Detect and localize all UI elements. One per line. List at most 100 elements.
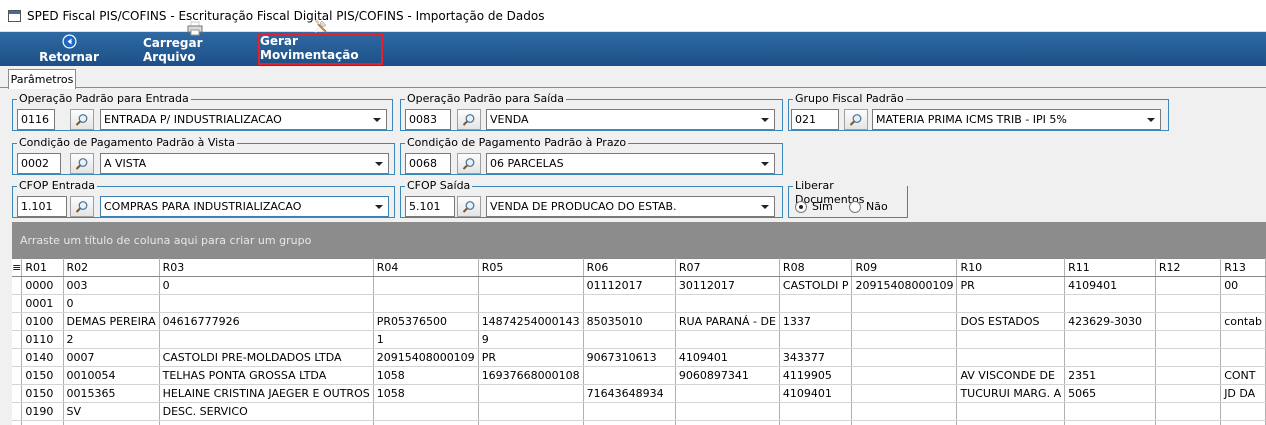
- table-cell[interactable]: [1220, 402, 1266, 421]
- table-cell[interactable]: 0150: [21, 384, 64, 403]
- column-header[interactable]: R02: [63, 258, 160, 277]
- table-cell[interactable]: [851, 312, 958, 331]
- table-cell[interactable]: 0000: [21, 276, 64, 295]
- table-cell[interactable]: 0190: [21, 402, 64, 421]
- table-cell[interactable]: [478, 402, 584, 421]
- table-cell[interactable]: [583, 420, 676, 425]
- table-row[interactable]: 0000 003 0 01112017 30112017 CASTOLDI P 209154…: [12, 276, 1266, 295]
- grupo-search-button[interactable]: [844, 109, 868, 130]
- liberar-sim-radio[interactable]: Sim: [795, 200, 833, 213]
- table-cell[interactable]: 04616777926: [159, 312, 374, 331]
- table-cell[interactable]: 20915408000109: [851, 276, 958, 295]
- saida-select[interactable]: VENDA: [486, 109, 775, 130]
- table-cell[interactable]: [851, 420, 958, 425]
- table-cell[interactable]: RUA PARANÁ - DE: [675, 312, 780, 331]
- table-cell[interactable]: [779, 402, 853, 421]
- cfop-entrada-code-field[interactable]: 1.101: [17, 196, 67, 217]
- table-cell[interactable]: 0015365: [63, 384, 160, 403]
- column-header[interactable]: R13: [1220, 258, 1266, 277]
- table-cell[interactable]: [1064, 420, 1156, 425]
- table-cell[interactable]: DEMAS PEREIRA: [63, 312, 160, 331]
- saida-search-button[interactable]: [457, 109, 481, 130]
- table-cell[interactable]: [1064, 330, 1156, 349]
- table-cell[interactable]: [478, 294, 584, 313]
- table-cell[interactable]: 343377: [779, 348, 853, 367]
- table-cell[interactable]: [478, 420, 584, 425]
- entrada-select[interactable]: ENTRADA P/ INDUSTRIALIZACAO: [100, 109, 387, 130]
- table-cell[interactable]: CASTOLDI P: [779, 276, 853, 295]
- table-row[interactable]: 0190UNDESC. UNIDADE: [12, 420, 1266, 425]
- table-cell[interactable]: [583, 294, 676, 313]
- table-cell[interactable]: [583, 402, 676, 421]
- table-cell[interactable]: 1058: [373, 366, 479, 385]
- row-indicator[interactable]: [12, 330, 23, 349]
- table-cell[interactable]: 00: [1220, 276, 1266, 295]
- table-cell[interactable]: 0: [159, 276, 374, 295]
- table-cell[interactable]: [779, 420, 853, 425]
- grupo-code-field[interactable]: 021: [791, 109, 839, 130]
- table-cell[interactable]: contab: [1220, 312, 1266, 331]
- entrada-code-field[interactable]: 0116: [17, 109, 55, 130]
- table-cell[interactable]: 4109401: [675, 348, 780, 367]
- tab-parametros[interactable]: Parâmetros: [8, 69, 76, 89]
- table-cell[interactable]: 85035010: [583, 312, 676, 331]
- table-cell[interactable]: 9060897341: [675, 366, 780, 385]
- table-cell[interactable]: 1058: [373, 384, 479, 403]
- column-header[interactable]: R06: [583, 258, 676, 277]
- row-indicator[interactable]: [12, 402, 23, 421]
- table-cell[interactable]: 01112017: [583, 276, 676, 295]
- grupo-select[interactable]: MATERIA PRIMA ICMS TRIB - IPI 5%: [872, 109, 1161, 130]
- liberar-nao-radio[interactable]: Não: [849, 200, 888, 213]
- table-cell[interactable]: 2351: [1064, 366, 1156, 385]
- column-chooser-icon[interactable]: ≡: [12, 258, 23, 277]
- table-cell[interactable]: [956, 330, 1066, 349]
- column-header[interactable]: R04: [373, 258, 479, 277]
- row-indicator[interactable]: [12, 312, 23, 331]
- table-cell[interactable]: [779, 330, 853, 349]
- column-header[interactable]: R03: [159, 258, 374, 277]
- table-cell[interactable]: TELHAS PONTA GROSSA LTDA: [159, 366, 374, 385]
- table-cell[interactable]: [1155, 366, 1222, 385]
- saida-code-field[interactable]: 0083: [405, 109, 451, 130]
- table-cell[interactable]: 0150: [21, 366, 64, 385]
- pag-prazo-code-field[interactable]: 0068: [405, 153, 451, 174]
- row-indicator[interactable]: [12, 420, 23, 425]
- cfop-entrada-search-button[interactable]: [70, 196, 94, 217]
- table-cell[interactable]: [1155, 330, 1222, 349]
- table-cell[interactable]: 0007: [63, 348, 160, 367]
- table-cell[interactable]: 0010054: [63, 366, 160, 385]
- column-header[interactable]: R08: [779, 258, 853, 277]
- entrada-search-button[interactable]: [70, 109, 94, 130]
- table-cell[interactable]: 9: [478, 330, 584, 349]
- table-cell[interactable]: CONT: [1220, 366, 1266, 385]
- table-cell[interactable]: 5065: [1064, 384, 1156, 403]
- pag-vista-code-field[interactable]: 0002: [17, 153, 61, 174]
- gerar-movimentacao-button[interactable]: Gerar Movimentação: [258, 19, 383, 65]
- table-cell[interactable]: [373, 294, 479, 313]
- table-cell[interactable]: [851, 366, 958, 385]
- table-cell[interactable]: 14874254000143: [478, 312, 584, 331]
- table-cell[interactable]: [851, 294, 958, 313]
- table-cell[interactable]: [1220, 420, 1266, 425]
- table-row[interactable]: 0100 DEMAS PEREIRA 04616777926 PR05376500 14…: [12, 312, 1266, 331]
- pag-prazo-search-button[interactable]: [457, 153, 481, 174]
- table-cell[interactable]: [159, 294, 374, 313]
- pag-vista-select[interactable]: A VISTA: [100, 153, 389, 174]
- table-cell[interactable]: [956, 294, 1066, 313]
- table-cell[interactable]: [478, 384, 584, 403]
- table-cell[interactable]: 423629-3030: [1064, 312, 1156, 331]
- table-cell[interactable]: 003: [63, 276, 160, 295]
- cfop-saida-search-button[interactable]: [457, 196, 481, 217]
- table-cell[interactable]: [675, 420, 780, 425]
- table-cell[interactable]: [1155, 384, 1222, 403]
- table-cell[interactable]: [583, 366, 676, 385]
- table-cell[interactable]: [1155, 420, 1222, 425]
- column-header[interactable]: R07: [675, 258, 780, 277]
- table-cell[interactable]: 4109401: [1064, 276, 1156, 295]
- table-cell[interactable]: [478, 276, 584, 295]
- table-cell[interactable]: DOS ESTADOS: [956, 312, 1066, 331]
- table-cell[interactable]: [1155, 402, 1222, 421]
- table-cell[interactable]: [675, 384, 780, 403]
- table-cell[interactable]: [373, 276, 479, 295]
- cfop-saida-code-field[interactable]: 5.101: [405, 196, 455, 217]
